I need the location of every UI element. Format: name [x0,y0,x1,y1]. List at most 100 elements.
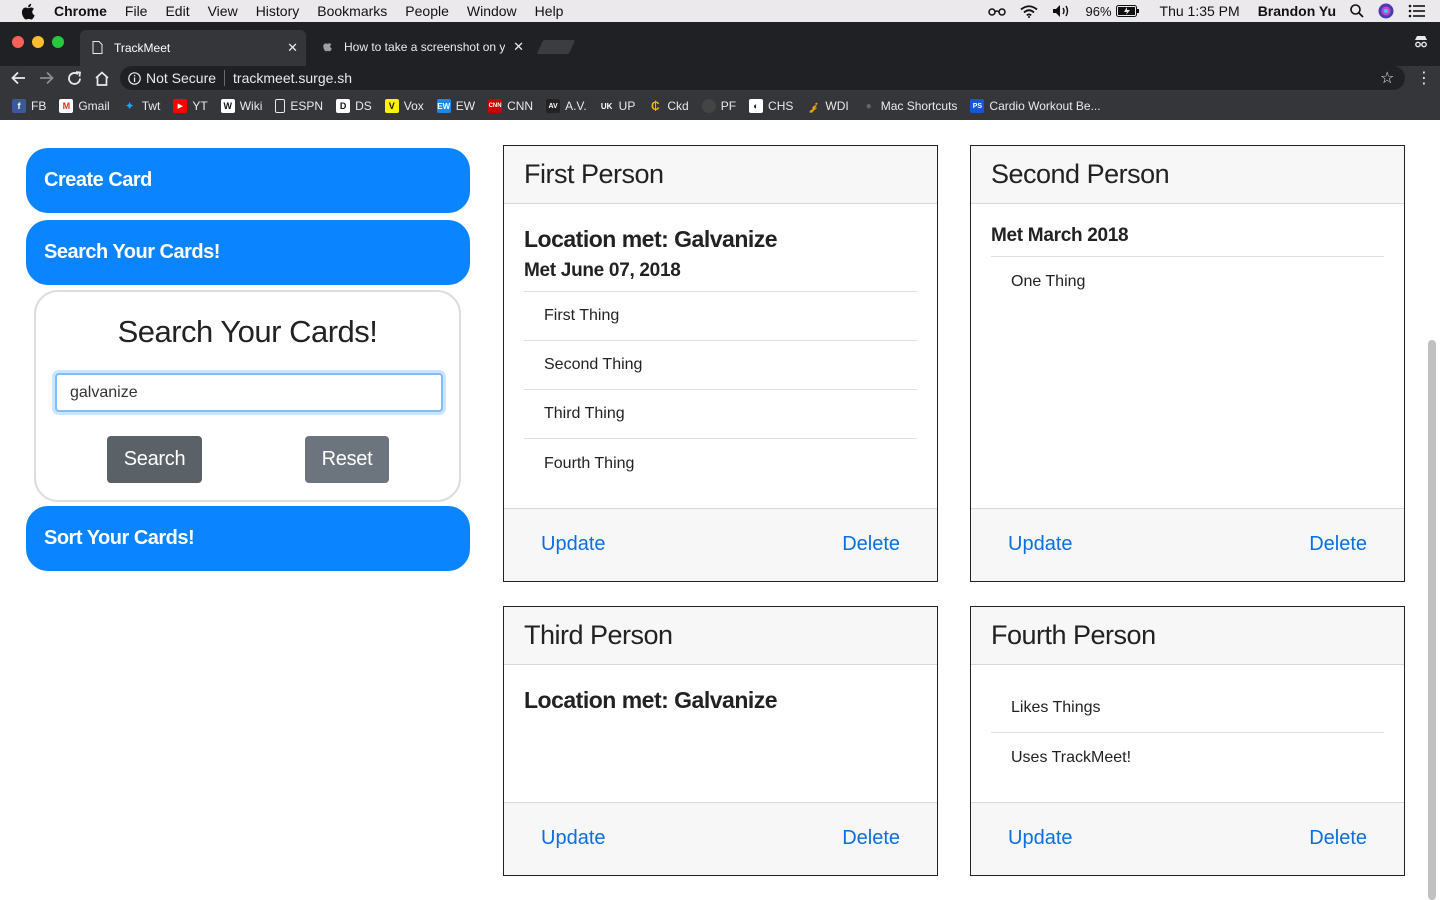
update-link[interactable]: Update [541,533,606,556]
gmail-icon: M [59,99,74,113]
bookmark-mac-shortcuts[interactable]: ● Mac Shortcuts [862,99,958,113]
window-zoom-button[interactable] [52,36,64,48]
bookmark-espn[interactable]: ESPN [275,99,323,113]
delete-link[interactable]: Delete [842,533,900,556]
bookmark-fb[interactable]: f FB [12,99,46,113]
clock[interactable]: Thu 1:35 PM [1160,3,1240,19]
bookmark-cardio-workout[interactable]: PS Cardio Workout Be... [970,99,1101,113]
security-status[interactable]: Not Secure [146,70,216,86]
menu-app-name[interactable]: Chrome [54,3,107,19]
bookmark-label: Mac Shortcuts [880,99,958,113]
update-link[interactable]: Update [541,827,606,850]
battery-icon[interactable] [1115,5,1140,17]
bookmark-ds[interactable]: D DS [336,99,372,113]
tab-trackmeet[interactable]: TrackMeet ✕ [80,30,306,66]
card-title: Second Person [971,146,1404,204]
spotlight-search-icon[interactable] [1350,4,1364,18]
menu-window[interactable]: Window [467,3,517,19]
delete-link[interactable]: Delete [1309,533,1367,556]
bookmark-pf[interactable]: PF [701,99,736,113]
forward-icon[interactable] [36,68,56,88]
tab-close-icon[interactable]: ✕ [287,40,298,56]
update-link[interactable]: Update [1008,827,1073,850]
new-tab-button[interactable] [536,40,576,54]
bookmark-av[interactable]: AV A.V. [546,99,587,113]
url-text[interactable]: trackmeet.surge.sh [233,70,352,86]
glasses-icon[interactable] [987,6,1006,16]
bookmark-star-icon[interactable]: ☆ [1380,68,1394,88]
tab-title: How to take a screenshot on y [344,40,506,54]
menu-file[interactable]: File [125,3,148,19]
bookmark-label: Twt [141,99,161,113]
bookmark-gmail[interactable]: M Gmail [59,99,110,113]
menu-help[interactable]: Help [535,3,564,19]
tab-close-icon[interactable]: ✕ [513,39,524,55]
bookmark-ckd[interactable]: ₵ Ckd [648,99,689,113]
address-bar[interactable]: Not Secure trackmeet.surge.sh [120,66,1405,90]
bookmark-label: EW [455,99,476,113]
tab-screenshot-article[interactable]: How to take a screenshot on y ✕ [310,32,538,62]
card-title: Third Person [504,607,937,665]
window-close-button[interactable] [12,36,24,48]
menu-history[interactable]: History [256,3,300,19]
page-scrollbar[interactable] [1428,340,1436,900]
menu-people[interactable]: People [405,3,449,19]
card-body: Location met: Galvanize Met June 07, 201… [504,226,937,488]
user-name[interactable]: Brandon Yu [1258,3,1336,19]
list-item: One Thing [1011,272,1086,290]
met-date: Met June 07, 2018 [524,260,681,281]
reload-icon[interactable] [64,68,84,88]
card-body: Met March 2018 One Thing [971,225,1404,306]
bookmark-label: UP [618,99,636,113]
bookmark-yt[interactable]: ▶ YT [173,99,208,113]
bookmark-up[interactable]: UK UP [600,99,636,113]
bookmark-chs[interactable]: ◐ CHS [749,99,793,113]
bookmark-cnn[interactable]: CNN CNN [488,99,533,113]
bookmark-label: YT [192,99,208,113]
location-met: Location met: Galvanize [524,226,778,252]
bookmark-ew[interactable]: EW EW [436,99,476,113]
bookmark-label: CHS [768,99,794,113]
bookmark-twt[interactable]: ✦ Twt [123,99,161,113]
create-card-button[interactable]: Create Card [26,148,470,213]
list-item: Fourth Thing [544,454,635,472]
search-panel-title: Search Your Cards! [117,314,378,349]
apple-icon[interactable] [20,3,37,20]
search-input[interactable] [55,373,443,412]
bookmark-label: CNN [507,99,534,113]
update-link[interactable]: Update [1008,533,1073,556]
wdi-icon: 𝓳 [809,98,817,113]
search-button[interactable]: Search [107,436,202,483]
card-footer: Update Delete [971,508,1404,581]
menu-bookmarks[interactable]: Bookmarks [317,3,387,19]
document-icon [275,99,286,113]
card-title: First Person [504,146,937,204]
bookmark-wdi[interactable]: 𝓳 WDI [806,98,849,114]
bookmark-wiki[interactable]: W Wiki [220,99,262,113]
list-item: Second Thing [524,341,917,390]
card-footer: Update Delete [504,802,937,875]
siri-icon[interactable] [1378,3,1394,19]
sort-cards-button[interactable]: Sort Your Cards! [26,506,470,571]
delete-link[interactable]: Delete [842,827,900,850]
wifi-icon[interactable] [1019,4,1038,18]
reset-button[interactable]: Reset [305,436,389,483]
home-icon[interactable] [92,68,112,88]
vox-icon: V [384,99,399,113]
av-club-icon: AV [546,99,561,113]
incognito-icon[interactable] [1413,33,1429,54]
info-icon[interactable] [128,71,141,85]
bookmarks-bar: f FB M Gmail ✦ Twt ▶ YT W Wiki ESPN D DS V Vox … [0,92,1440,120]
menu-view[interactable]: View [208,3,238,19]
window-minimize-button[interactable] [32,36,44,48]
delete-link[interactable]: Delete [1309,827,1367,850]
chrome-menu-icon[interactable]: ⋮ [1416,68,1432,88]
bookmark-vox[interactable]: V Vox [384,99,424,113]
volume-icon[interactable] [1052,4,1072,18]
bookmark-label: ESPN [290,99,324,113]
menu-edit[interactable]: Edit [165,3,189,19]
search-cards-button[interactable]: Search Your Cards! [26,220,470,285]
notification-center-icon[interactable] [1408,4,1426,18]
back-icon[interactable] [8,68,28,88]
bookmark-label: A.V. [565,99,587,113]
